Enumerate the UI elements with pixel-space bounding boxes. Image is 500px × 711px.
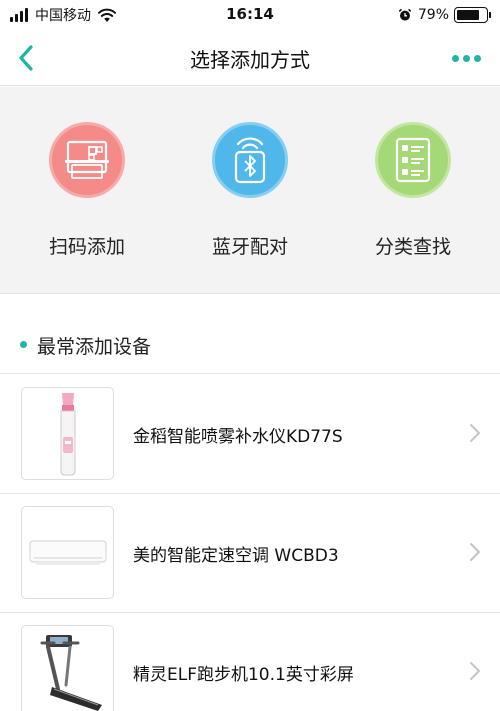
battery-fill [457, 10, 480, 20]
method-label: 蓝牙配对 [211, 236, 288, 258]
device-name: 金稻智能喷雾补水仪KD77S [133, 427, 343, 447]
chevron-right-icon [470, 424, 480, 442]
list-item[interactable]: 金稻智能喷雾补水仪KD77S [0, 375, 500, 494]
category-list-icon [375, 122, 451, 198]
treadmill-image [21, 625, 114, 711]
device-list: 金稻智能喷雾补水仪KD77S 美的智能定速空调 WCBD3 精灵ELF跑步机10… [0, 375, 500, 711]
method-label: 分类查找 [374, 236, 451, 258]
section-bullet-icon [20, 341, 27, 348]
more-dots-icon [450, 54, 483, 62]
section-header: 最常添加设备 [0, 294, 500, 374]
nav-bar: 选择添加方式 [0, 30, 500, 86]
battery-icon [454, 7, 491, 23]
bluetooth-icon [212, 122, 288, 198]
method-bluetooth-pair[interactable]: 蓝牙配对 [175, 119, 325, 269]
method-label: 扫码添加 [48, 236, 125, 258]
battery-percent: 79% [417, 7, 449, 23]
air-conditioner-image [21, 506, 114, 599]
device-name: 精灵ELF跑步机10.1英寸彩屏 [133, 665, 354, 685]
list-item[interactable]: 精灵ELF跑步机10.1英寸彩屏 [0, 613, 500, 711]
section-title: 最常添加设备 [37, 336, 152, 358]
method-category-search[interactable]: 分类查找 [338, 119, 488, 269]
method-scan-add[interactable]: 扫码添加 [12, 119, 162, 269]
add-methods-panel: 扫码添加 蓝牙配对 分类查找 [0, 87, 500, 294]
alarm-icon [398, 8, 412, 21]
scan-qr-icon [49, 122, 125, 198]
more-button[interactable] [446, 42, 486, 74]
list-item[interactable]: 美的智能定速空调 WCBD3 [0, 494, 500, 613]
chevron-right-icon [470, 543, 480, 561]
status-right: 79% [398, 6, 491, 24]
chevron-right-icon [470, 662, 480, 680]
device-name: 美的智能定速空调 WCBD3 [133, 546, 339, 566]
facial-mist-sprayer-image [21, 387, 114, 480]
page-title: 选择添加方式 [190, 48, 310, 72]
status-bar: 中国移动 16:14 79% [0, 0, 500, 30]
